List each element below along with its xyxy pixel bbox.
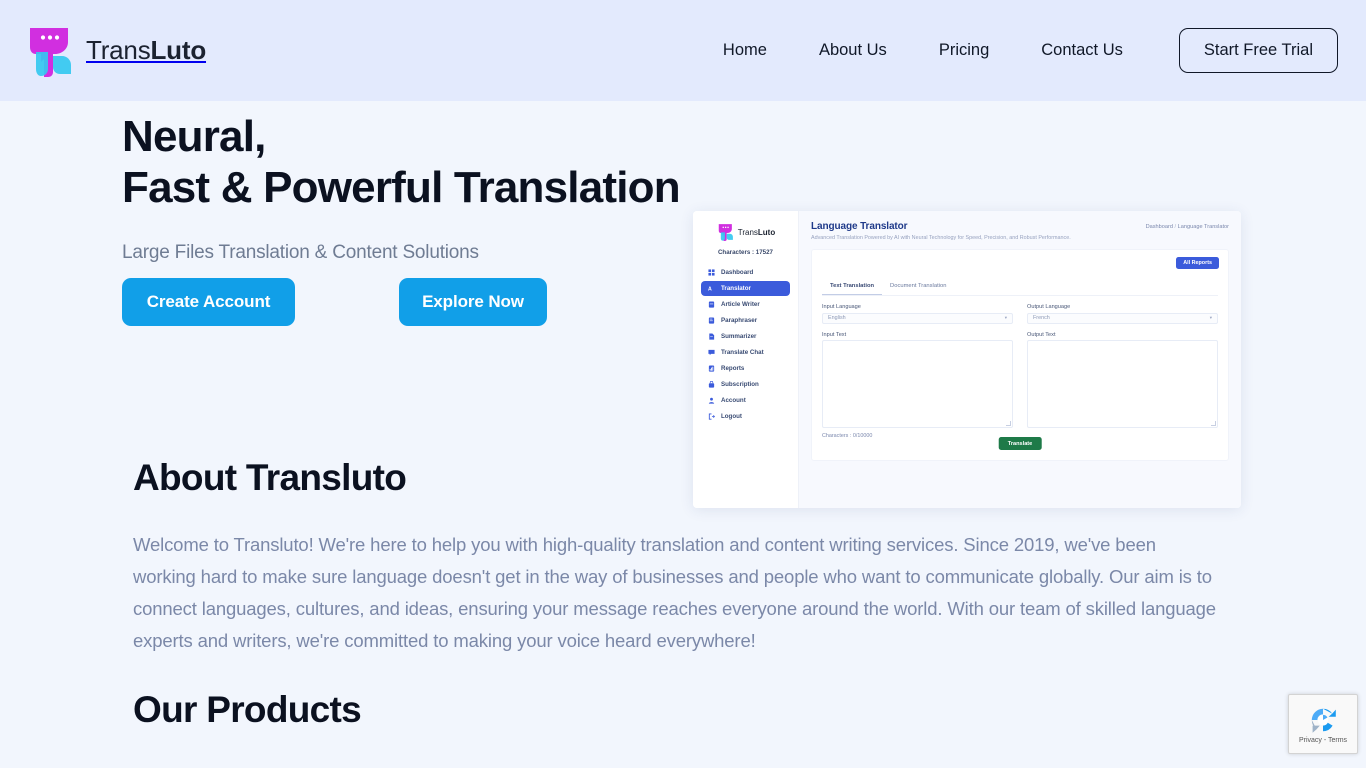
- breadcrumb-separator: /: [1174, 224, 1177, 230]
- main-navigation: Home About Us Pricing Contact Us Start F…: [705, 28, 1338, 73]
- create-account-button[interactable]: Create Account: [122, 278, 295, 327]
- preview-brand: TransLuto: [701, 221, 790, 243]
- dashboard-preview-image: TransLuto Characters : 17527 Dashboard A…: [693, 211, 1241, 508]
- preview-sidebar-label: Account: [721, 397, 746, 404]
- preview-sidebar-item-article-writer[interactable]: Article Writer: [701, 297, 790, 312]
- nav-item-home[interactable]: Home: [705, 33, 793, 68]
- preview-sidebar-menu: Dashboard A Translator Article Writer Pa…: [701, 265, 790, 424]
- preview-brand-name: TransLuto: [738, 228, 775, 237]
- brand-logo[interactable]: TransLuto: [22, 21, 206, 81]
- nav-item-about-us[interactable]: About Us: [793, 33, 913, 68]
- preview-sidebar: TransLuto Characters : 17527 Dashboard A…: [693, 211, 799, 508]
- preview-sidebar-item-dashboard[interactable]: Dashboard: [701, 265, 790, 280]
- preview-character-balance: Characters : 17527: [717, 249, 774, 256]
- preview-sidebar-item-translator[interactable]: A Translator: [701, 281, 790, 296]
- hero-actions: Create Account Explore Now: [122, 278, 680, 327]
- preview-breadcrumb: Dashboard / Language Translator: [1146, 221, 1229, 230]
- preview-sidebar-item-account[interactable]: Account: [701, 393, 790, 408]
- breadcrumb-root[interactable]: Dashboard: [1146, 224, 1173, 230]
- preview-output-column: Output Language French ▾ Output Text: [1027, 304, 1218, 439]
- preview-sidebar-label: Article Writer: [721, 301, 760, 308]
- reports-icon: [708, 365, 715, 372]
- preview-page-title: Language Translator: [811, 221, 908, 232]
- preview-input-language-value: English: [828, 315, 846, 321]
- preview-sidebar-item-paraphraser[interactable]: Paraphraser: [701, 313, 790, 328]
- preview-sidebar-label: Paraphraser: [721, 317, 758, 324]
- brand-name-bold: Luto: [150, 35, 207, 65]
- hero-section: Neural, Fast & Powerful Translation Larg…: [0, 101, 1366, 508]
- preview-sidebar-label: Translator: [721, 285, 751, 292]
- preview-output-language-select[interactable]: French ▾: [1027, 312, 1218, 324]
- preview-input-language-select[interactable]: English ▾: [822, 312, 1013, 324]
- preview-output-language-label: Output Language: [1027, 304, 1071, 310]
- preview-translator-card: All Reports Text Translation Document Tr…: [811, 249, 1229, 461]
- preview-input-column: Input Language English ▾ Input Text Char…: [822, 304, 1013, 439]
- preview-output-language-value: French: [1033, 315, 1050, 321]
- preview-output-text-label: Output Text: [1027, 331, 1056, 338]
- preview-sidebar-label: Dashboard: [721, 269, 754, 276]
- recaptcha-icon: [1311, 708, 1336, 733]
- nav-item-pricing[interactable]: Pricing: [913, 33, 1015, 68]
- site-header: TransLuto Home About Us Pricing Contact …: [0, 0, 1366, 101]
- brand-name-thin: Trans: [86, 35, 151, 65]
- preview-tab-text-translation[interactable]: Text Translation: [822, 279, 883, 295]
- preview-logo-icon: [718, 224, 733, 241]
- user-icon: [708, 397, 715, 404]
- logout-icon: [708, 413, 715, 420]
- preview-header-row: Language Translator Dashboard / Language…: [811, 221, 1229, 232]
- chevron-down-icon: ▾: [1209, 315, 1212, 320]
- preview-translate-columns: Input Language English ▾ Input Text Char…: [822, 304, 1218, 439]
- brand-name: TransLuto: [86, 35, 206, 66]
- products-title: Our Products: [133, 689, 362, 730]
- chat-icon: [708, 349, 715, 356]
- preview-input-textarea[interactable]: [822, 340, 1013, 428]
- preview-sidebar-item-reports[interactable]: Reports: [701, 361, 790, 376]
- preview-sidebar-item-subscription[interactable]: Subscription: [701, 377, 790, 392]
- hero-copy: Neural, Fast & Powerful Translation Larg…: [0, 101, 681, 431]
- preview-translate-button[interactable]: Translate: [998, 437, 1042, 450]
- preview-sidebar-label: Translate Chat: [721, 349, 764, 356]
- preview-output-textarea[interactable]: [1027, 340, 1218, 428]
- preview-sidebar-item-summarizer[interactable]: Summarizer: [701, 329, 790, 344]
- preview-character-count: Characters : 0/10000: [822, 433, 873, 439]
- preview-input-text-label: Input Text: [822, 331, 847, 338]
- preview-sidebar-label: Reports: [721, 365, 745, 372]
- breadcrumb-current: Language Translator: [1177, 224, 1229, 230]
- preview-input-language-label: Input Language: [822, 304, 861, 310]
- grid-icon: [708, 269, 715, 276]
- summarize-icon: [709, 333, 715, 340]
- hero-subtitle: Large Files Translation & Content Soluti…: [122, 242, 479, 264]
- hero-title: Neural, Fast & Powerful Translation: [122, 112, 681, 212]
- translate-icon: A: [708, 286, 712, 292]
- preview-main-panel: Language Translator Dashboard / Language…: [799, 211, 1241, 508]
- explore-now-button[interactable]: Explore Now: [399, 278, 547, 327]
- svg-text:A: A: [708, 286, 712, 292]
- preview-sidebar-item-translate-chat[interactable]: Translate Chat: [701, 345, 790, 360]
- preview-sidebar-label: Logout: [721, 413, 742, 420]
- preview-brand-thin: Trans: [737, 227, 758, 237]
- preview-page-subtitle: Advanced Translation Powered by AI with …: [811, 235, 1071, 241]
- about-paragraph: Welcome to Transluto! We're here to help…: [133, 534, 1216, 651]
- recaptcha-badge[interactable]: Privacy - Terms: [1288, 694, 1358, 754]
- preview-sidebar-label: Summarizer: [721, 333, 757, 340]
- chevron-down-icon: ▾: [1004, 315, 1007, 320]
- paraphrase-icon: [708, 317, 715, 324]
- preview-sidebar-label: Subscription: [721, 381, 759, 388]
- article-icon: [708, 301, 715, 308]
- nav-item-contact-us[interactable]: Contact Us: [1015, 33, 1149, 68]
- preview-brand-bold: Luto: [757, 227, 776, 237]
- subscription-icon: [708, 381, 715, 388]
- preview-tabs: Text Translation Document Translation: [822, 279, 1218, 296]
- transluto-logo-icon: [30, 27, 71, 77]
- preview-sidebar-item-logout[interactable]: Logout: [701, 409, 790, 424]
- start-free-trial-button[interactable]: Start Free Trial: [1178, 28, 1338, 73]
- preview-tab-document-translation[interactable]: Document Translation: [882, 279, 954, 295]
- recaptcha-links[interactable]: Privacy - Terms: [1299, 737, 1347, 744]
- preview-all-reports-button[interactable]: All Reports: [1176, 257, 1219, 269]
